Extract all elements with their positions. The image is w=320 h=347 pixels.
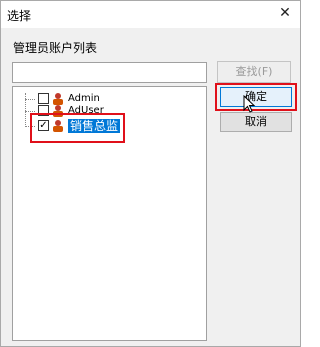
search-input[interactable]	[12, 62, 207, 83]
dialog-window: 选择 ✕ 管理员账户列表 查找(F) 确定 取消 Admin AdUser ✓	[0, 0, 301, 347]
title-bar: 选择 ✕	[1, 1, 300, 28]
tree-connector-branch	[25, 111, 35, 112]
checkbox[interactable]	[38, 93, 49, 104]
search-button[interactable]: 查找(F)	[217, 61, 291, 83]
selected-row-highlight	[30, 113, 125, 143]
close-icon[interactable]: ✕	[275, 3, 295, 23]
cancel-button[interactable]: 取消	[220, 112, 292, 132]
account-list-label: 管理员账户列表	[13, 41, 98, 55]
window-title: 选择	[7, 9, 32, 23]
tree-connector-branch	[25, 99, 35, 100]
mouse-cursor-icon	[243, 95, 256, 113]
